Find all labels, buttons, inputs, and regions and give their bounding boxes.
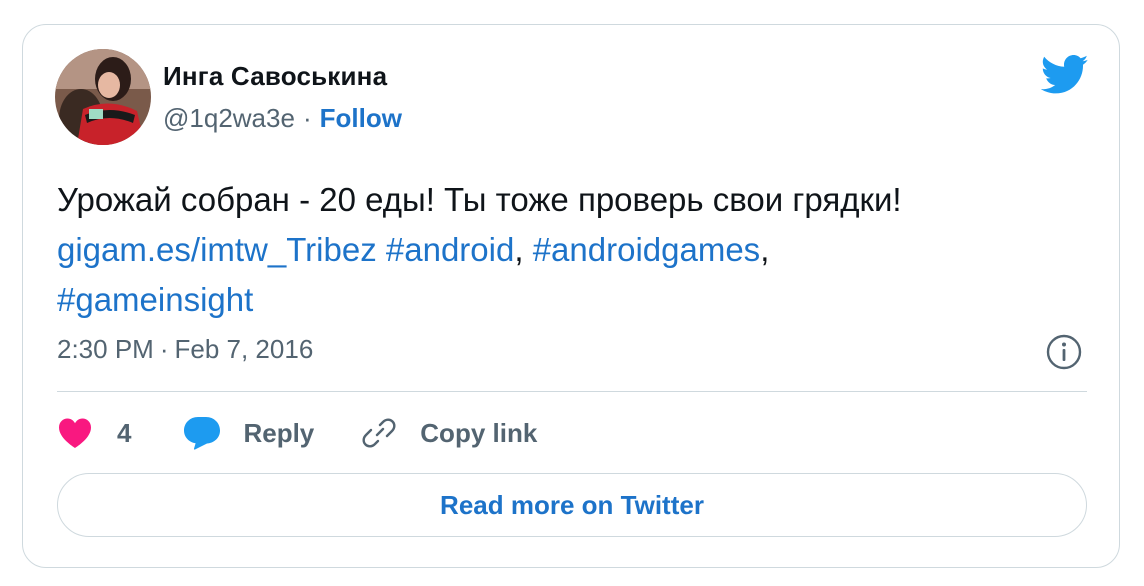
divider — [57, 391, 1087, 392]
avatar[interactable] — [55, 49, 151, 145]
twitter-bird-icon[interactable] — [1041, 55, 1089, 95]
tweet-body-text: Урожай собран - 20 еды! Ты тоже проверь … — [57, 181, 902, 218]
author-handle[interactable]: @1q2wa3e — [163, 103, 295, 133]
tweet-url-link[interactable]: gigam.es/imtw_Tribez — [57, 231, 377, 268]
tweet-time: 2:30 PM — [57, 334, 154, 364]
hashtag-comma: , — [514, 231, 524, 268]
author-display-name[interactable]: Инга Савоськина — [163, 61, 387, 92]
tweet-text: Урожай собран - 20 еды! Ты тоже проверь … — [57, 175, 1097, 325]
speech-bubble-icon — [184, 417, 221, 450]
handle-separator: · — [302, 103, 312, 133]
timestamp-separator: · — [159, 334, 169, 364]
like-button[interactable]: 4 — [57, 417, 131, 449]
action-bar: 4 Reply Copy link — [57, 413, 537, 453]
like-count: 4 — [117, 417, 132, 448]
tweet-embed-card: Инга Савоськина @1q2wa3e · Follow Урожай с… — [22, 24, 1120, 568]
tweet-date: Feb 7, 2016 — [174, 334, 314, 364]
hashtag-comma: , — [760, 231, 770, 268]
read-more-button[interactable]: Read more on Twitter — [57, 473, 1087, 537]
copy-link-button[interactable]: Copy link — [360, 414, 537, 452]
heart-icon — [59, 418, 91, 448]
hashtag-gameinsight-link[interactable]: #gameinsight — [57, 281, 253, 318]
hashtag-androidgames-link[interactable]: #androidgames — [533, 231, 761, 268]
author-handle-row: @1q2wa3e · Follow — [163, 103, 402, 134]
follow-button[interactable]: Follow — [320, 103, 402, 133]
link-icon — [362, 418, 396, 448]
hashtag-android-link[interactable]: #android — [386, 231, 514, 268]
reply-button[interactable]: Reply — [183, 416, 314, 450]
tweet-timestamp[interactable]: 2:30 PM · Feb 7, 2016 — [57, 334, 313, 365]
reply-label: Reply — [243, 417, 315, 448]
info-icon[interactable] — [1045, 333, 1083, 371]
copy-link-label: Copy link — [420, 417, 538, 448]
